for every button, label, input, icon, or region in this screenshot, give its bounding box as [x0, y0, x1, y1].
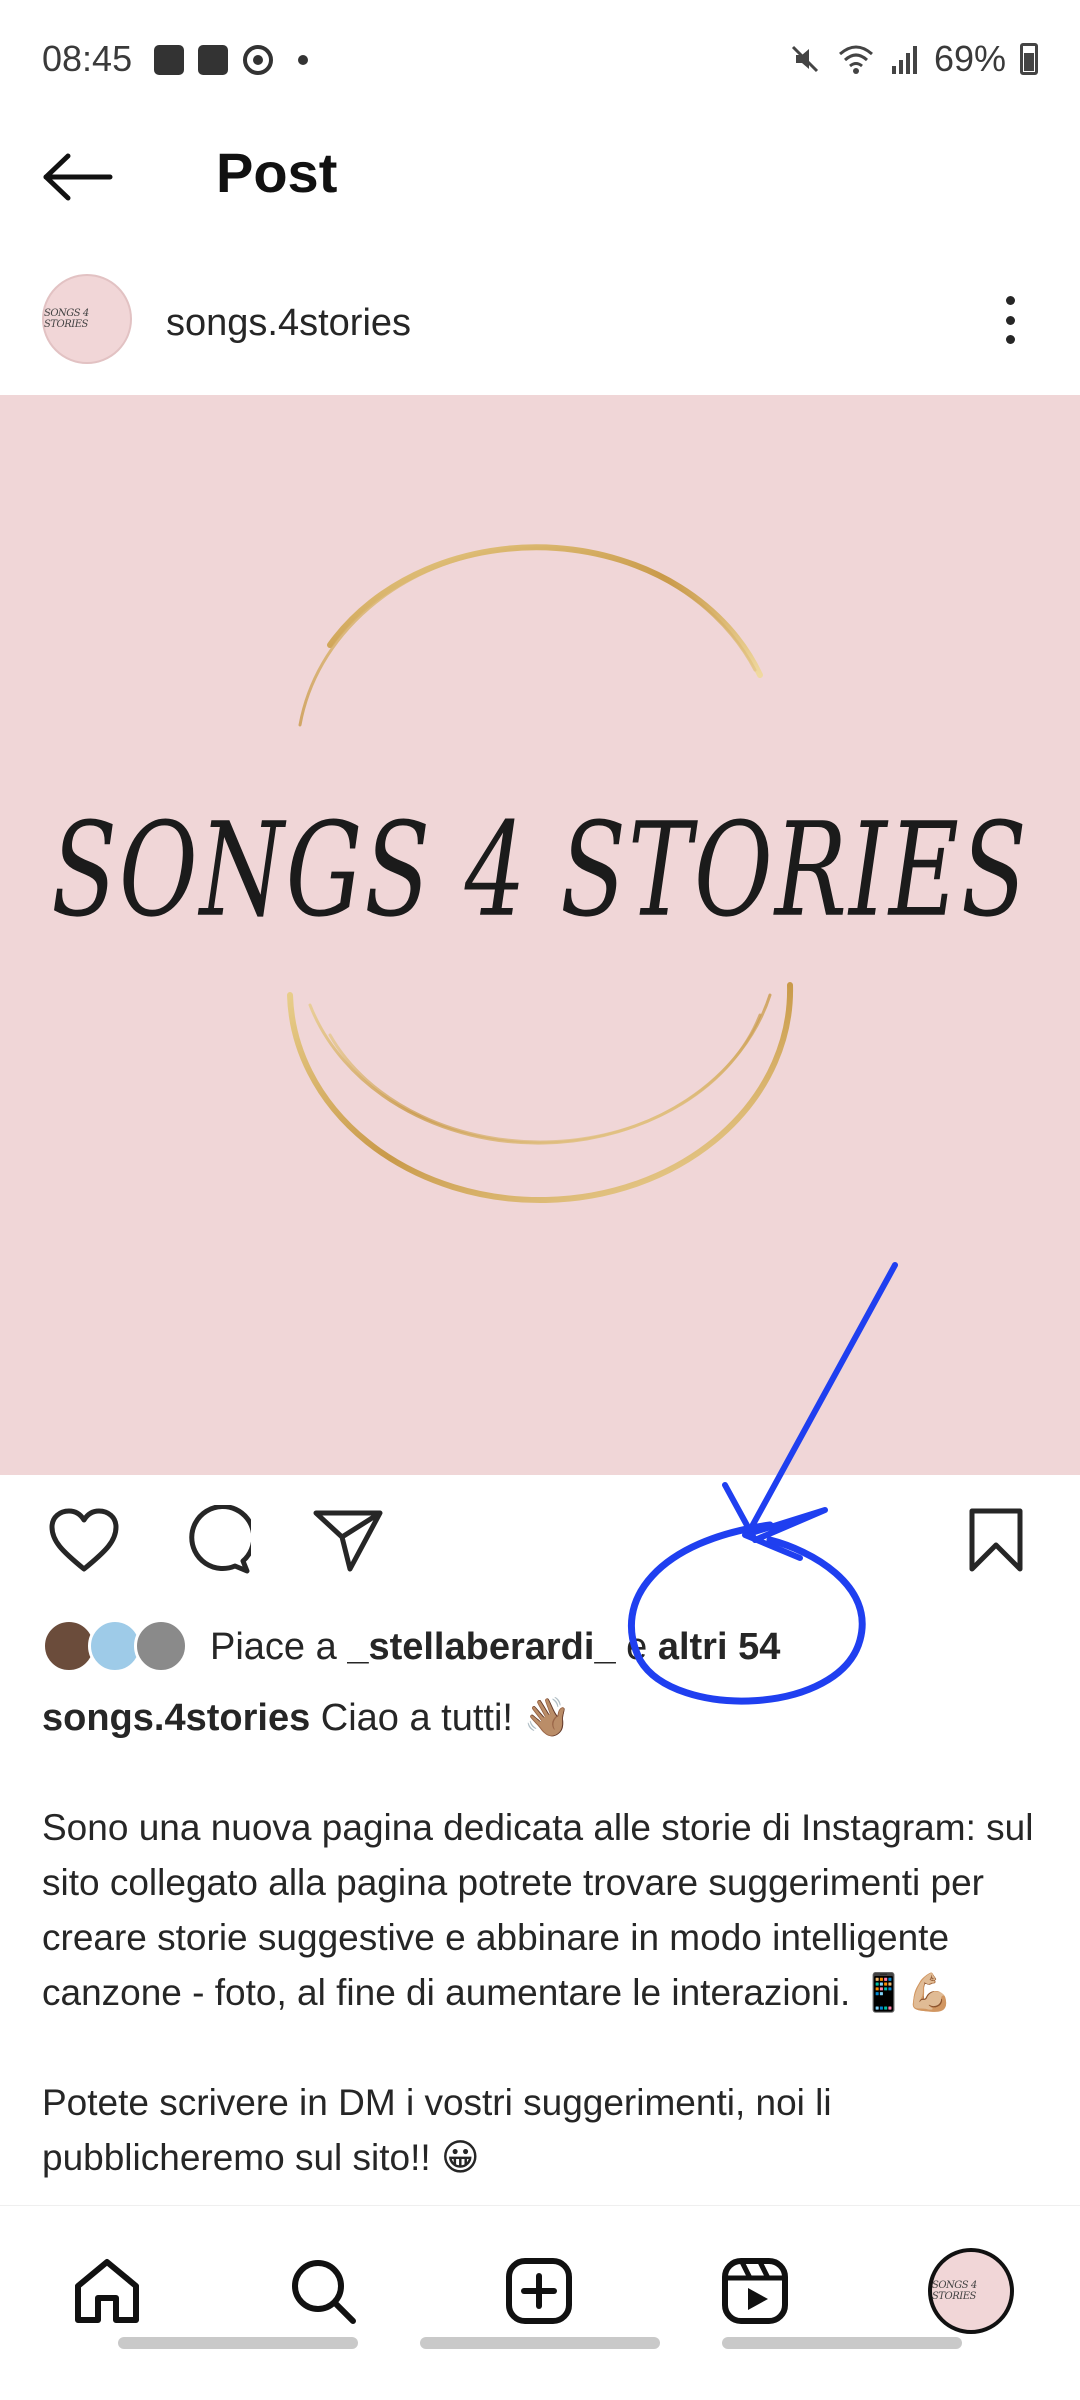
page-title: Post	[216, 141, 338, 204]
calendar-icon	[198, 45, 228, 75]
like-button[interactable]	[44, 1500, 124, 1580]
home-icon	[75, 2259, 139, 2323]
heart-icon	[49, 1508, 119, 1572]
likes-others[interactable]: altri 54	[658, 1626, 781, 1668]
status-time: 08:45	[42, 38, 133, 79]
nav-search[interactable]	[278, 2246, 368, 2336]
caption-greeting: Ciao a tutti! 👋🏽	[310, 1697, 571, 1739]
reels-icon	[722, 2258, 788, 2324]
gallery-icon	[154, 45, 184, 75]
likes-text: Piace a _stellaberardi_ e altri 54	[210, 1626, 780, 1669]
post-image[interactable]: SONGS 4 STORIES	[0, 395, 1080, 1475]
create-icon	[506, 2258, 572, 2324]
liker-avatars	[42, 1619, 192, 1675]
mute-icon	[791, 45, 818, 73]
likes-row[interactable]: Piace a _stellaberardi_ e altri 54	[42, 1615, 780, 1679]
profile-avatar-text: SONGS 4 STORIES	[932, 2280, 977, 2302]
nav-create[interactable]	[494, 2246, 584, 2336]
battery-icon	[1020, 43, 1038, 75]
likes-prefix: Piace a	[210, 1625, 348, 1668]
more-options-button[interactable]	[990, 290, 1030, 350]
author-username[interactable]: songs.4stories	[166, 302, 411, 345]
top-bar: Post	[0, 120, 1080, 230]
caption-paragraph: Potete scrivere in DM i vostri suggerime…	[42, 2082, 832, 2178]
avatar-logo-text: SONGS 4 STORIES	[44, 308, 89, 330]
share-icon	[313, 1510, 383, 1572]
status-bar: 08:45 69%	[0, 0, 1080, 120]
gesture-segment	[420, 2337, 660, 2349]
system-gesture-bar	[0, 2337, 1080, 2351]
comment-button[interactable]	[176, 1500, 256, 1580]
status-notification-icons	[154, 44, 308, 76]
gesture-segment	[722, 2337, 962, 2349]
liker-avatar	[134, 1619, 188, 1673]
caption-paragraph: Sono una nuova pagina dedicata alle stor…	[42, 1807, 1034, 2013]
search-icon	[292, 2260, 356, 2324]
logo-text: SONGS 4 STORIES	[51, 794, 1028, 945]
songs4stories-logo: SONGS 4 STORIES	[51, 544, 1028, 1203]
more-dot	[1005, 335, 1015, 344]
caption-first-line: songs.4stories Ciao a tutti! 👋🏽	[42, 1690, 1042, 1746]
post-actions	[0, 1500, 1080, 1590]
signal-icon	[891, 46, 917, 74]
nav-home[interactable]	[62, 2246, 152, 2336]
wifi-icon	[838, 45, 873, 74]
post-author-row: SONGS 4 STORIES songs.4stories	[0, 260, 1080, 380]
back-button[interactable]	[40, 142, 130, 212]
nav-profile[interactable]: SONGS 4 STORIES	[926, 2246, 1016, 2336]
likes-connector: e	[615, 1625, 658, 1668]
back-arrow-icon	[43, 153, 113, 201]
more-dot	[1005, 315, 1015, 325]
dot-icon	[298, 55, 308, 65]
save-button[interactable]	[956, 1500, 1036, 1580]
status-system-icons: 69%	[788, 38, 1038, 80]
comment-icon	[189, 1505, 251, 1574]
profile-avatar: SONGS 4 STORIES	[928, 2248, 1014, 2334]
more-dot	[1005, 296, 1015, 305]
bottom-navigation: SONGS 4 STORIES	[0, 2205, 1080, 2365]
gesture-segment	[118, 2337, 358, 2349]
app-icon	[243, 45, 273, 75]
battery-percent: 69%	[933, 38, 1006, 79]
caption-body: Sono una nuova pagina dedicata alle stor…	[42, 1800, 1052, 2240]
liker-username[interactable]: _stellaberardi_	[347, 1626, 615, 1668]
caption-username[interactable]: songs.4stories	[42, 1697, 310, 1739]
nav-reels[interactable]	[710, 2246, 800, 2336]
author-avatar[interactable]: SONGS 4 STORIES	[42, 274, 132, 364]
share-button[interactable]	[308, 1500, 388, 1580]
bookmark-icon	[969, 1508, 1023, 1572]
